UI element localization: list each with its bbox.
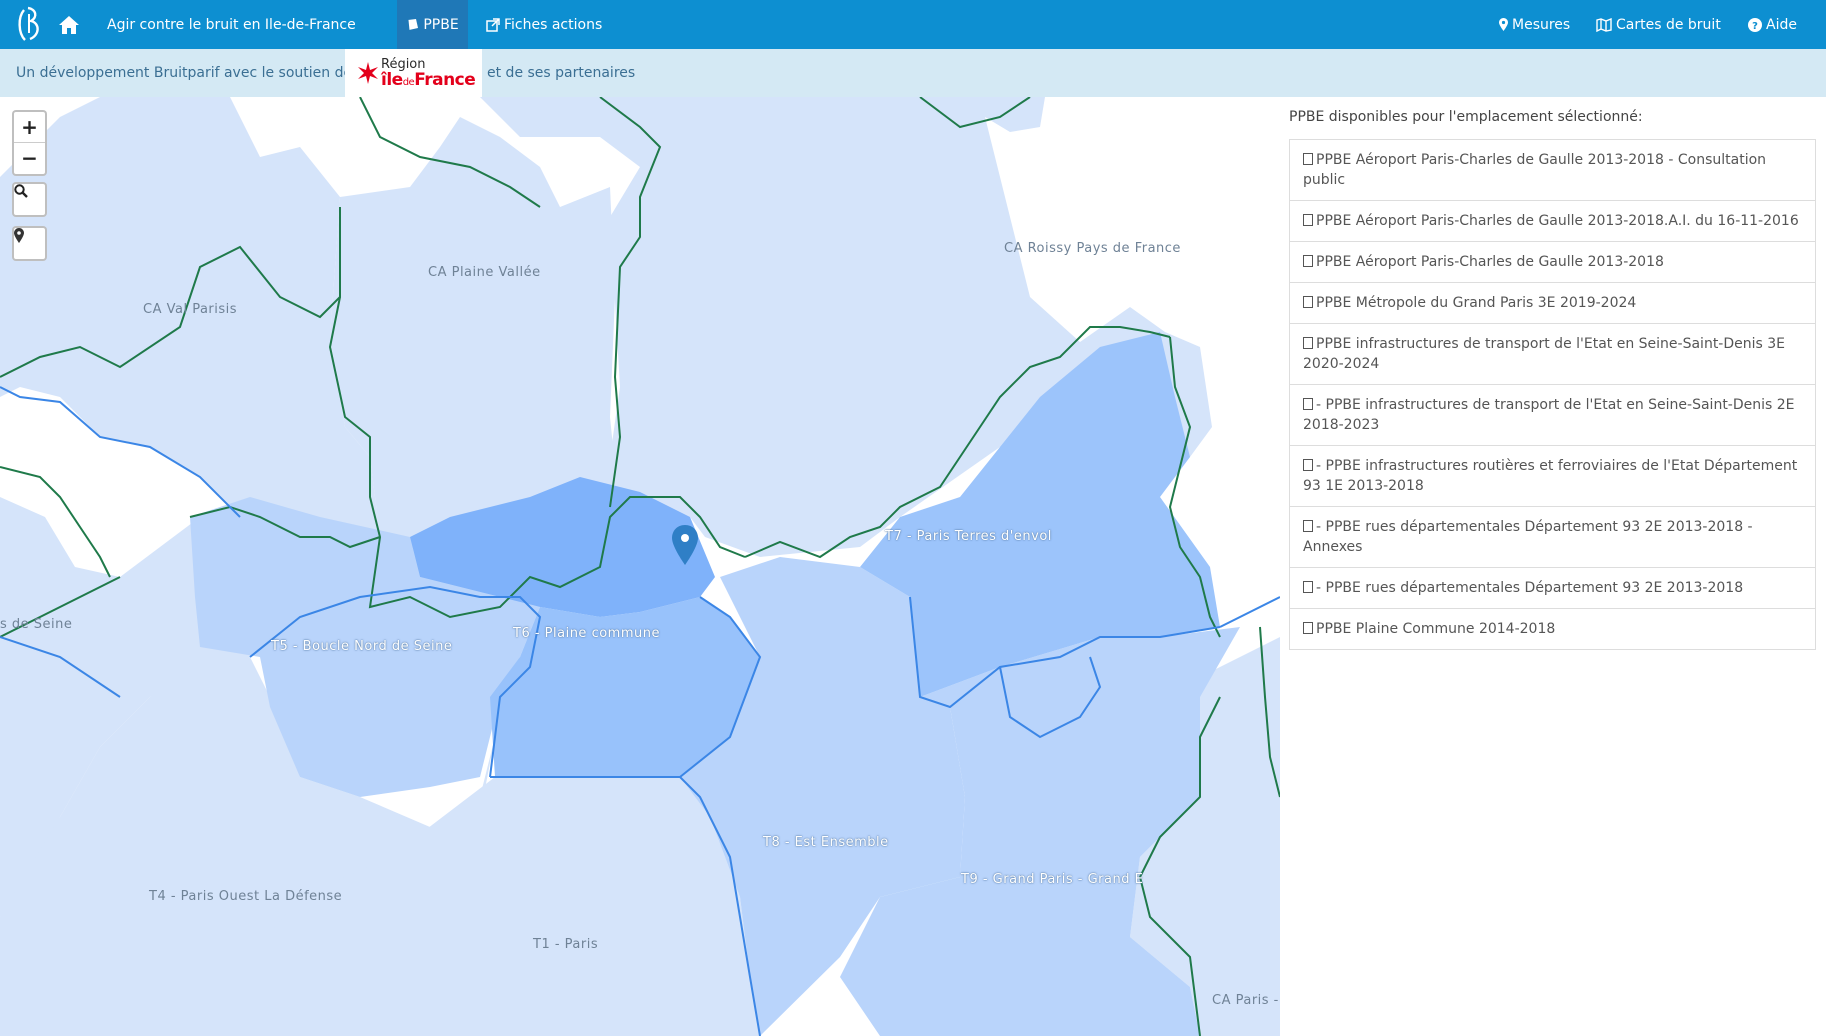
map-label-ca-val-parisis: CA Val Parisis bbox=[143, 302, 238, 317]
file-icon bbox=[1303, 622, 1313, 634]
map-label-t1: T1 - Paris bbox=[533, 937, 599, 952]
tab-ppbe[interactable]: PPBE bbox=[397, 0, 468, 49]
ppbe-list-item-label: - PPBE rues départementales Département … bbox=[1316, 580, 1744, 596]
nav-mesures[interactable]: Mesures bbox=[1499, 0, 1570, 49]
region-name: îledeFrance bbox=[381, 70, 476, 92]
map-label-ca-plaine-vallee: CA Plaine Vallée bbox=[428, 265, 541, 280]
region-star-icon bbox=[358, 62, 378, 84]
map-label-t8: T8 - Est Ensemble bbox=[763, 835, 889, 850]
map-label-t4: T4 - Paris Ouest La Défense bbox=[149, 889, 343, 904]
map-label-t6: T6 - Plaine commune bbox=[513, 626, 660, 641]
map-search-button[interactable] bbox=[12, 182, 47, 217]
map-icon bbox=[1596, 17, 1612, 32]
file-icon bbox=[1303, 255, 1313, 267]
map-label-t9: T9 - Grand Paris - Grand E bbox=[961, 872, 1144, 887]
ppbe-results-panel: PPBE disponibles pour l'emplacement séle… bbox=[1280, 97, 1826, 1036]
file-icon bbox=[1303, 214, 1313, 226]
nav-mesures-label: Mesures bbox=[1512, 16, 1571, 33]
region-ile-de-france-logo[interactable]: Région îledeFrance bbox=[345, 49, 482, 97]
file-icon bbox=[1303, 520, 1313, 532]
zoom-in-button[interactable]: + bbox=[14, 112, 45, 143]
bruitparif-logo-icon[interactable] bbox=[16, 0, 44, 49]
ppbe-list-item-label: PPBE Plaine Commune 2014-2018 bbox=[1316, 621, 1556, 637]
nav-cartes-de-bruit[interactable]: Cartes de bruit bbox=[1596, 0, 1721, 49]
map-label-seine-partial: s de Seine bbox=[0, 617, 73, 632]
ppbe-list-item[interactable]: PPBE Aéroport Paris-Charles de Gaulle 20… bbox=[1289, 200, 1816, 241]
map-marker-icon bbox=[14, 228, 24, 243]
ppbe-list-item-label: - PPBE infrastructures routières et ferr… bbox=[1303, 458, 1798, 494]
tab-ppbe-label: PPBE bbox=[423, 16, 459, 33]
region-name-ile: île bbox=[381, 70, 403, 90]
map-label-ca-roissy: CA Roissy Pays de France bbox=[1004, 241, 1181, 256]
ppbe-list-item[interactable]: - PPBE infrastructures de transport de l… bbox=[1289, 384, 1816, 445]
sponsor-text-before: Un développement Bruitparif avec le sout… bbox=[16, 65, 353, 81]
question-circle-icon: ? bbox=[1748, 17, 1762, 32]
file-icon bbox=[1303, 459, 1313, 471]
home-icon[interactable] bbox=[58, 0, 80, 49]
book-icon bbox=[406, 18, 419, 31]
ppbe-list-item-label: PPBE infrastructures de transport de l'E… bbox=[1303, 336, 1786, 372]
ppbe-list: PPBE Aéroport Paris-Charles de Gaulle 20… bbox=[1289, 139, 1816, 650]
sponsor-bar: Un développement Bruitparif avec le sout… bbox=[0, 49, 1826, 97]
map-label-t5: T5 - Boucle Nord de Seine bbox=[271, 639, 453, 654]
tab-fiches-actions[interactable]: Fiches actions bbox=[486, 0, 602, 49]
region-name-france: France bbox=[414, 70, 476, 90]
zoom-out-button[interactable]: − bbox=[14, 143, 45, 173]
ppbe-list-item-label: - PPBE infrastructures de transport de l… bbox=[1303, 397, 1795, 433]
file-icon bbox=[1303, 337, 1313, 349]
ppbe-list-item[interactable]: - PPBE rues départementales Département … bbox=[1289, 506, 1816, 567]
file-icon bbox=[1303, 398, 1313, 410]
file-icon bbox=[1303, 153, 1313, 165]
panel-title: PPBE disponibles pour l'emplacement séle… bbox=[1289, 109, 1643, 125]
nav-aide[interactable]: ? Aide bbox=[1748, 0, 1797, 49]
map-label-t7: T7 - Paris Terres d'envol bbox=[885, 529, 1052, 544]
ppbe-list-item[interactable]: PPBE Aéroport Paris-Charles de Gaulle 20… bbox=[1289, 241, 1816, 282]
ppbe-list-item[interactable]: PPBE infrastructures de transport de l'E… bbox=[1289, 323, 1816, 384]
top-navbar: Agir contre le bruit en Ile-de-France PP… bbox=[0, 0, 1826, 49]
ppbe-list-item[interactable]: - PPBE infrastructures routières et ferr… bbox=[1289, 445, 1816, 506]
ppbe-list-item[interactable]: PPBE Plaine Commune 2014-2018 bbox=[1289, 608, 1816, 650]
map-marker-icon bbox=[1499, 18, 1508, 31]
nav-cartes-de-bruit-label: Cartes de bruit bbox=[1616, 16, 1721, 33]
map-label-ca-paris: CA Paris - bbox=[1212, 993, 1279, 1008]
nav-aide-label: Aide bbox=[1766, 16, 1797, 33]
ppbe-list-item-label: - PPBE rues départementales Département … bbox=[1303, 519, 1753, 555]
ppbe-list-item-label: PPBE Aéroport Paris-Charles de Gaulle 20… bbox=[1316, 254, 1664, 270]
ppbe-list-item[interactable]: - PPBE rues départementales Département … bbox=[1289, 567, 1816, 608]
region-name-de: de bbox=[402, 77, 415, 88]
ppbe-list-item-label: PPBE Aéroport Paris-Charles de Gaulle 20… bbox=[1303, 152, 1767, 188]
ppbe-list-item[interactable]: PPBE Aéroport Paris-Charles de Gaulle 20… bbox=[1289, 139, 1816, 200]
ppbe-list-item-label: PPBE Métropole du Grand Paris 3E 2019-20… bbox=[1316, 295, 1637, 311]
search-icon bbox=[14, 184, 28, 198]
zoom-control: + − bbox=[12, 110, 47, 176]
ppbe-list-item[interactable]: PPBE Métropole du Grand Paris 3E 2019-20… bbox=[1289, 282, 1816, 323]
selected-location-marker[interactable] bbox=[672, 525, 698, 565]
ppbe-list-item-label: PPBE Aéroport Paris-Charles de Gaulle 20… bbox=[1316, 213, 1799, 229]
file-icon bbox=[1303, 581, 1313, 593]
svg-text:?: ? bbox=[1752, 21, 1758, 32]
map-view[interactable]: CA Val Parisis CA Plaine Vallée CA Roiss… bbox=[0, 97, 1280, 1036]
external-link-icon bbox=[486, 17, 500, 32]
map-locate-button[interactable] bbox=[12, 226, 47, 261]
sponsor-text-after: et de ses partenaires bbox=[487, 65, 636, 81]
site-title-link[interactable]: Agir contre le bruit en Ile-de-France bbox=[107, 0, 356, 49]
tab-fiches-actions-label: Fiches actions bbox=[504, 16, 603, 33]
file-icon bbox=[1303, 296, 1313, 308]
